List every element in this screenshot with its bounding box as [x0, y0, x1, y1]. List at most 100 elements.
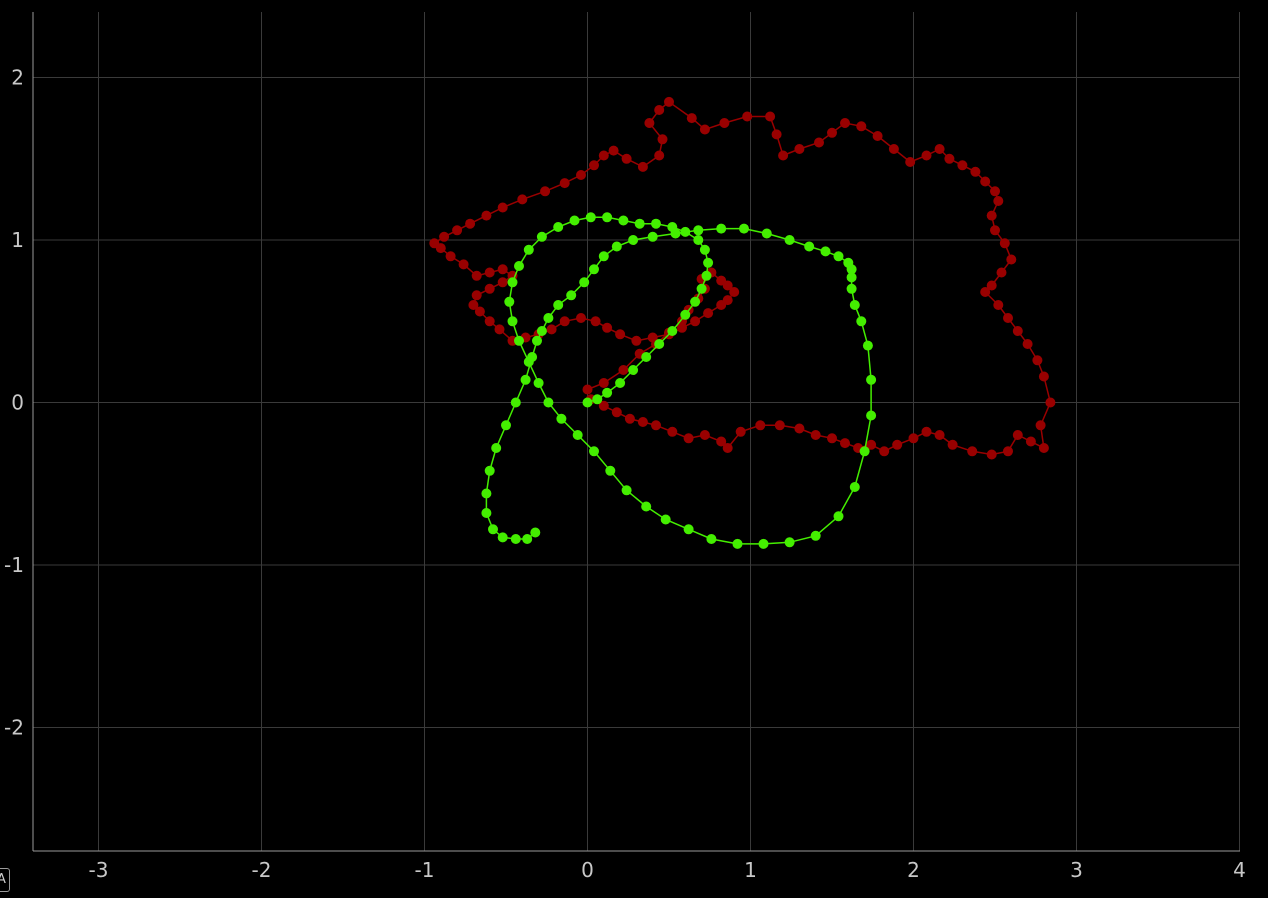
series-1-point	[827, 127, 837, 138]
series-1-point	[576, 313, 586, 323]
series-2-point	[497, 532, 508, 543]
series-2-point	[701, 270, 712, 281]
series-1-point	[794, 144, 805, 154]
series-1-point	[615, 329, 626, 340]
series-2-point	[641, 352, 652, 362]
series-1-point	[742, 111, 753, 122]
series-2-point	[514, 335, 524, 346]
tick-labels: -3 -2 -1 0 1 2 3 4 2 1 0 -1 -2	[4, 66, 1246, 883]
series-1-point	[611, 407, 622, 418]
series-1-point	[957, 160, 968, 171]
series-1-point	[439, 231, 450, 242]
series-2-point	[690, 296, 701, 307]
series-2-point	[628, 235, 639, 245]
series-1-point	[993, 196, 1004, 206]
series-1-point	[888, 144, 899, 154]
series-1-point	[471, 290, 482, 301]
series-2-point	[621, 485, 632, 496]
series-1-point	[471, 270, 482, 281]
series-2-point	[589, 446, 599, 457]
series-2-point	[849, 300, 860, 310]
series-2-point	[553, 300, 564, 310]
series-2	[481, 212, 877, 549]
series-2-point	[520, 374, 531, 385]
series-2-point	[804, 241, 815, 252]
autoscale-icon[interactable]: A	[0, 868, 10, 892]
series-1-point	[1035, 420, 1046, 431]
series-1-point	[686, 113, 697, 124]
series-1-point	[990, 225, 1000, 236]
series-1-point	[1032, 355, 1043, 366]
series-2-point	[543, 397, 554, 408]
series-2-point	[602, 387, 613, 398]
series-1-point	[452, 225, 463, 236]
series-1-point	[484, 316, 495, 327]
series-1-point	[690, 316, 701, 327]
series-1-point	[1003, 446, 1013, 457]
series-1-point	[1038, 443, 1049, 453]
series-1-point	[667, 426, 678, 437]
series-1-point	[827, 433, 837, 444]
series-1-point	[716, 436, 727, 447]
series-1-line	[432, 100, 1052, 456]
series-2-point	[846, 283, 857, 294]
trajectory-plot[interactable]: -3 -2 -1 0 1 2 3 4 2 1 0 -1 -2	[0, 0, 1268, 898]
series-1-point	[996, 267, 1007, 278]
series-1-point	[986, 449, 997, 460]
series-2-point	[716, 223, 727, 234]
y-tick-label: -1	[4, 553, 24, 577]
series-2-point	[514, 261, 524, 271]
series-2-point	[522, 534, 533, 544]
series-1-point	[905, 157, 916, 167]
y-tick-label: 0	[11, 391, 24, 415]
series-1-point	[608, 145, 619, 156]
series-1-point	[631, 335, 642, 346]
series-1-point	[771, 129, 782, 140]
series-2-point	[530, 527, 541, 538]
series-1-point	[1045, 397, 1056, 408]
series-1-point	[465, 218, 476, 229]
series-1-point	[990, 186, 1000, 197]
series-1-point	[794, 423, 805, 434]
series-2-point	[761, 228, 772, 239]
series-1-point	[559, 178, 570, 189]
series-1-point	[980, 287, 991, 297]
series-1-point	[716, 300, 727, 310]
series-2-point	[660, 514, 671, 525]
series-2-point	[703, 257, 714, 268]
series-2-point	[543, 313, 554, 323]
series-1-point	[1022, 339, 1033, 349]
series-1-point	[445, 251, 456, 262]
series-2-point	[693, 235, 704, 245]
series-1-point	[637, 161, 648, 172]
series-2-point	[683, 524, 694, 535]
series-2-point	[693, 225, 704, 236]
series-2-point	[611, 241, 622, 252]
series-1-point	[980, 176, 991, 187]
series-1-point	[921, 426, 932, 437]
series-2-point	[856, 316, 867, 327]
series-2-point	[569, 215, 580, 226]
series-1-point	[654, 105, 665, 115]
series-1-point	[967, 446, 978, 457]
series-1-point	[699, 124, 710, 135]
series-1-point	[481, 210, 492, 221]
series-1-point	[934, 144, 945, 154]
y-tick-label: -2	[4, 716, 24, 740]
series-1-point	[999, 238, 1010, 249]
series-2-point	[589, 264, 599, 275]
series-1-point	[657, 134, 668, 145]
series-1-point	[497, 202, 508, 213]
series-1-point	[1012, 326, 1023, 336]
series-2-point	[833, 511, 844, 522]
series-1-point	[774, 420, 785, 431]
series-2-point	[585, 212, 596, 223]
series-1-point	[484, 283, 495, 294]
series-1-point	[970, 166, 981, 177]
series-2-point	[758, 538, 769, 549]
series-1-point	[810, 430, 821, 440]
series-1-point	[892, 439, 903, 450]
series-2-point	[696, 283, 707, 294]
series-2-point	[849, 482, 860, 492]
series-2-point	[820, 246, 831, 257]
